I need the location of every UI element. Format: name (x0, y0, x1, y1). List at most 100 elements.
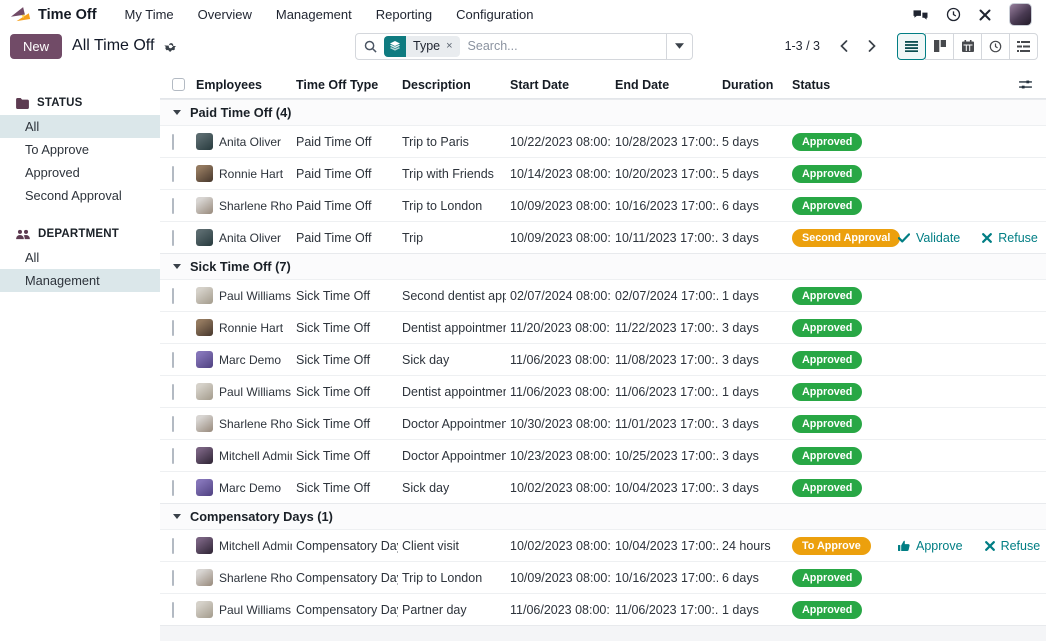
table-row[interactable]: Anita OliverPaid Time OffTrip to Paris10… (160, 125, 1046, 157)
table-row[interactable]: Paul WilliamsSick Time OffDentist appoin… (160, 375, 1046, 407)
app-brand[interactable]: Time Off (10, 6, 97, 24)
description-cell: Sick day (398, 481, 506, 495)
row-checkbox[interactable] (172, 480, 174, 496)
approve-button[interactable]: Approve (898, 539, 963, 553)
facet-remove-icon[interactable]: × (444, 40, 459, 52)
pager-prev-icon[interactable] (832, 34, 856, 58)
table-row[interactable]: Sharlene RhodesPaid Time OffTrip to Lond… (160, 189, 1046, 221)
filter-facet-type[interactable]: Type × (384, 36, 460, 57)
actions-gear-icon[interactable] (164, 40, 177, 53)
group-header-paid-time-off-4[interactable]: Paid Time Off (4) (160, 99, 1046, 125)
column-header-duration[interactable]: Duration (718, 78, 788, 92)
view-calendar-button[interactable] (953, 33, 982, 60)
row-checkbox[interactable] (172, 134, 174, 150)
row-checkbox[interactable] (172, 416, 174, 432)
timeoff-type-cell: Sick Time Off (292, 449, 398, 463)
search-input[interactable] (460, 39, 666, 53)
menu-item-reporting[interactable]: Reporting (364, 2, 444, 27)
pager-next-icon[interactable] (860, 34, 884, 58)
duration-cell: 1 days (718, 385, 788, 399)
column-header-start-date[interactable]: Start Date (506, 78, 611, 92)
search-dropdown-toggle[interactable] (666, 34, 692, 59)
new-button[interactable]: New (10, 34, 62, 59)
row-checkbox[interactable] (172, 538, 174, 554)
validate-button[interactable]: Validate (898, 231, 960, 245)
column-header-label[interactable]: Status (792, 78, 830, 92)
adjust-columns-icon[interactable] (1019, 79, 1046, 90)
employee-avatar (196, 569, 213, 586)
row-checkbox[interactable] (172, 230, 174, 246)
table-row[interactable]: Mitchell AdminCompensatory DaysClient vi… (160, 529, 1046, 561)
column-header-employees[interactable]: Employees (190, 78, 292, 92)
employee-cell: Mitchell Admin (190, 537, 292, 554)
view-activity-button[interactable] (981, 33, 1010, 60)
employee-cell: Ronnie Hart (190, 319, 292, 336)
duration-cell: 5 days (718, 167, 788, 181)
view-kanban-button[interactable] (925, 33, 954, 60)
group-header-compensatory-days-1[interactable]: Compensatory Days (1) (160, 503, 1046, 529)
row-checkbox[interactable] (172, 288, 174, 304)
messages-icon[interactable] (912, 8, 929, 22)
description-cell: Trip (398, 231, 506, 245)
table-row[interactable]: Sharlene RhodesCompensatory DaysTrip to … (160, 561, 1046, 593)
sidebar-section-title: DEPARTMENT (0, 222, 160, 246)
sidebar-item-management[interactable]: Management (0, 269, 160, 292)
refuse-button[interactable]: Refuse (982, 231, 1038, 245)
sidebar-item-approved[interactable]: Approved (0, 161, 160, 184)
status-badge: Approved (792, 133, 862, 151)
status-cell: To ApproveApproveRefuse (788, 537, 1046, 555)
menu-item-my-time[interactable]: My Time (113, 2, 186, 27)
table-row[interactable]: Mitchell AdminSick Time OffDoctor Appoin… (160, 439, 1046, 471)
start-date-cell: 10/30/2023 08:00:... (506, 417, 611, 431)
row-checkbox[interactable] (172, 448, 174, 464)
row-checkbox[interactable] (172, 602, 174, 618)
sidebar-item-to-approve[interactable]: To Approve (0, 138, 160, 161)
breadcrumb-area: New All Time Off (10, 34, 355, 59)
view-gantt-button[interactable] (1009, 33, 1038, 60)
status-badge: Approved (792, 287, 862, 305)
row-checkbox[interactable] (172, 320, 174, 336)
employee-name: Mitchell Admin (219, 539, 292, 553)
table-row[interactable]: Anita OliverPaid Time OffTrip10/09/2023 … (160, 221, 1046, 253)
table-row[interactable]: Ronnie HartPaid Time OffTrip with Friend… (160, 157, 1046, 189)
sidebar-item-all[interactable]: All (0, 246, 160, 269)
employee-cell: Paul Williams (190, 287, 292, 304)
table-row[interactable]: Ronnie HartSick Time OffDentist appointm… (160, 311, 1046, 343)
row-checkbox[interactable] (172, 198, 174, 214)
table-row[interactable]: Marc DemoSick Time OffSick day11/06/2023… (160, 343, 1046, 375)
employee-avatar (196, 133, 213, 150)
end-date-cell: 10/11/2023 17:00:... (611, 231, 718, 245)
row-checkbox[interactable] (172, 166, 174, 182)
status-badge: Approved (792, 569, 862, 587)
row-checkbox-cell (160, 603, 190, 617)
table-row[interactable]: Paul WilliamsCompensatory DaysPartner da… (160, 593, 1046, 625)
group-label: Compensatory Days (1) (190, 509, 333, 524)
column-header-time-off-type[interactable]: Time Off Type (292, 78, 398, 92)
table-row[interactable]: Paul WilliamsSick Time OffSecond dentist… (160, 279, 1046, 311)
select-all-checkbox[interactable] (172, 78, 185, 91)
view-list-button[interactable] (897, 33, 926, 60)
refuse-button[interactable]: Refuse (985, 539, 1041, 553)
duration-cell: 1 days (718, 603, 788, 617)
user-avatar[interactable] (1009, 3, 1032, 26)
row-checkbox[interactable] (172, 570, 174, 586)
tools-icon[interactable] (978, 8, 992, 22)
search-box[interactable]: Type × (355, 33, 693, 60)
end-date-cell: 11/22/2023 17:00:... (611, 321, 718, 335)
menu-item-overview[interactable]: Overview (186, 2, 264, 27)
table-row[interactable]: Sharlene RhodesSick Time OffDoctor Appoi… (160, 407, 1046, 439)
column-header-description[interactable]: Description (398, 78, 506, 92)
table-row[interactable]: Marc DemoSick Time OffSick day10/02/2023… (160, 471, 1046, 503)
row-checkbox[interactable] (172, 384, 174, 400)
employee-cell: Marc Demo (190, 351, 292, 368)
menu-item-configuration[interactable]: Configuration (444, 2, 545, 27)
row-checkbox[interactable] (172, 352, 174, 368)
sidebar-item-second-approval[interactable]: Second Approval (0, 184, 160, 207)
end-date-cell: 10/04/2023 17:00:... (611, 481, 718, 495)
column-header-end-date[interactable]: End Date (611, 78, 718, 92)
menu-item-management[interactable]: Management (264, 2, 364, 27)
activities-clock-icon[interactable] (946, 7, 961, 22)
group-header-sick-time-off-7[interactable]: Sick Time Off (7) (160, 253, 1046, 279)
filter-sidebar: STATUSAllTo ApproveApprovedSecond Approv… (0, 63, 160, 641)
sidebar-item-all[interactable]: All (0, 115, 160, 138)
